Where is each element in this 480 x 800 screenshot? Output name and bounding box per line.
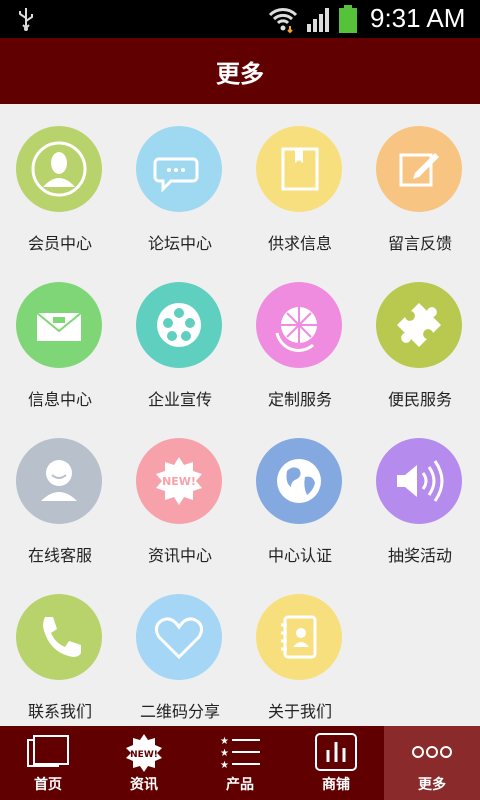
status-bar: 9:31 AM bbox=[0, 0, 480, 38]
mail-icon bbox=[16, 282, 102, 368]
grid-item-label: 企业宣传 bbox=[147, 390, 212, 409]
grid-item-lottery[interactable]: 抽奖活动 bbox=[360, 416, 480, 565]
grid-item-info-center[interactable]: 信息中心 bbox=[0, 260, 120, 409]
grid-item-label: 便民服务 bbox=[387, 390, 452, 409]
chat-bubbles-icon bbox=[136, 126, 222, 212]
grid-item-supply-demand[interactable]: 供求信息 bbox=[240, 104, 360, 253]
star-list-icon: ★★★ bbox=[220, 736, 260, 771]
grid-item-center-certification[interactable]: 中心认证 bbox=[240, 416, 360, 565]
wifi-icon bbox=[268, 8, 298, 34]
page-title: 更多 bbox=[216, 59, 264, 88]
grid-item-label: 会员中心 bbox=[27, 234, 92, 253]
bottom-tab-bar: 首页 NEW! 资讯 ★ ★ ★ 产品 商铺 更多 bbox=[0, 726, 480, 800]
tab-news[interactable]: NEW! 资讯 bbox=[96, 726, 192, 800]
grid-item-online-support[interactable]: 在线客服 bbox=[0, 416, 120, 565]
new-badge-icon: NEW! bbox=[126, 734, 162, 772]
grid-item-news-center[interactable]: NEW! 资讯中心 bbox=[120, 416, 240, 565]
grid-item-about-us[interactable]: 关于我们 bbox=[240, 572, 360, 721]
contacts-book-icon bbox=[256, 594, 342, 680]
svg-text:★: ★ bbox=[220, 748, 229, 759]
grid-item-member-center[interactable]: 会员中心 bbox=[0, 104, 120, 253]
grid-item-label: 资讯中心 bbox=[147, 546, 212, 565]
globe-icon bbox=[256, 438, 342, 524]
grid-item-contact-us[interactable]: 联系我们 bbox=[0, 572, 120, 721]
grid-item-label: 供求信息 bbox=[267, 234, 332, 253]
film-reel-icon bbox=[136, 282, 222, 368]
grid-item-label: 联系我们 bbox=[27, 702, 92, 721]
grid-item-qrcode-share[interactable]: 二维码分享 bbox=[120, 572, 240, 721]
grid-item-feedback[interactable]: 留言反馈 bbox=[360, 104, 480, 253]
bar-chart-icon bbox=[315, 733, 357, 771]
status-time: 9:31 AM bbox=[370, 3, 466, 33]
book-icon bbox=[256, 126, 342, 212]
grid-item-label: 论坛中心 bbox=[147, 234, 212, 253]
support-person-icon bbox=[16, 438, 102, 524]
battery-icon bbox=[339, 5, 357, 33]
globe-arrows-icon bbox=[256, 282, 342, 368]
phone-icon bbox=[16, 594, 102, 680]
grid-item-label: 抽奖活动 bbox=[387, 546, 452, 565]
usb-icon bbox=[19, 8, 33, 31]
title-bar: 更多 bbox=[0, 38, 480, 104]
feature-grid: 会员中心 论坛中心 供求信息 留言反馈 信息中心 企业宣传 定制服务 便民服务 … bbox=[0, 104, 480, 726]
more-dots-icon bbox=[412, 746, 452, 758]
svg-text:NEW!: NEW! bbox=[162, 475, 196, 488]
speaker-icon bbox=[376, 438, 462, 524]
heart-icon bbox=[136, 594, 222, 680]
tab-label: 更多 bbox=[418, 777, 446, 793]
svg-text:★: ★ bbox=[220, 736, 229, 747]
tab-shops[interactable]: 商铺 bbox=[288, 726, 384, 800]
grid-item-label: 中心认证 bbox=[267, 546, 332, 565]
tab-home[interactable]: 首页 bbox=[0, 726, 96, 800]
tab-label: 首页 bbox=[34, 777, 62, 793]
grid-item-label: 定制服务 bbox=[267, 390, 332, 409]
svg-text:NEW!: NEW! bbox=[130, 750, 158, 760]
puzzle-icon bbox=[376, 282, 462, 368]
grid-item-label: 二维码分享 bbox=[139, 702, 220, 721]
tab-label: 产品 bbox=[226, 777, 254, 793]
grid-item-corporate-promo[interactable]: 企业宣传 bbox=[120, 260, 240, 409]
tab-more[interactable]: 更多 bbox=[384, 726, 480, 800]
grid-item-custom-service[interactable]: 定制服务 bbox=[240, 260, 360, 409]
grid-item-forum-center[interactable]: 论坛中心 bbox=[120, 104, 240, 253]
member-icon bbox=[16, 126, 102, 212]
grid-item-label: 关于我们 bbox=[267, 702, 332, 721]
home-windows-icon bbox=[27, 735, 69, 767]
grid-item-label: 在线客服 bbox=[27, 546, 92, 565]
tab-products[interactable]: ★ ★ ★ 产品 bbox=[192, 726, 288, 800]
new-badge-icon: NEW! bbox=[136, 438, 222, 524]
tab-label: 商铺 bbox=[322, 777, 350, 793]
grid-item-label: 留言反馈 bbox=[387, 234, 452, 253]
edit-icon bbox=[376, 126, 462, 212]
svg-text:★: ★ bbox=[220, 760, 229, 771]
signal-icon bbox=[307, 8, 329, 32]
tab-label: 资讯 bbox=[130, 777, 158, 793]
grid-item-convenience[interactable]: 便民服务 bbox=[360, 260, 480, 409]
grid-item-label: 信息中心 bbox=[27, 390, 92, 409]
